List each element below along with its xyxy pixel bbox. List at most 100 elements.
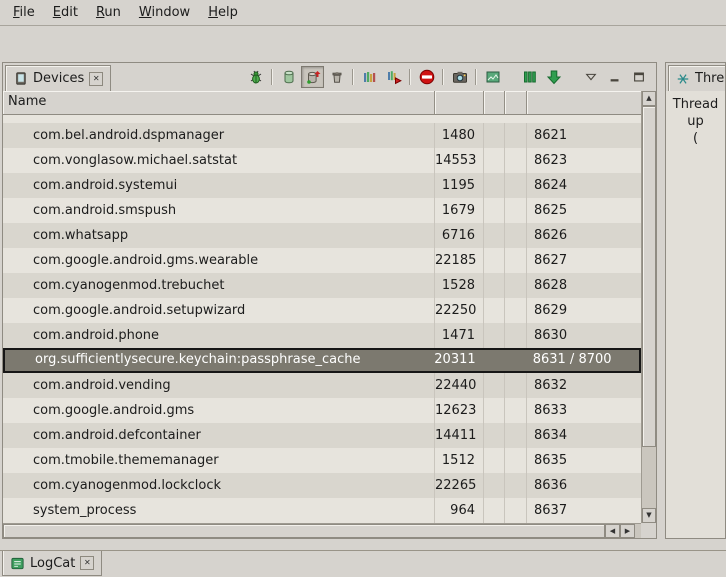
cell-port: 8621 bbox=[527, 123, 641, 148]
cell-pid: 1512 bbox=[435, 448, 484, 473]
columns-icon[interactable] bbox=[518, 66, 541, 88]
close-icon[interactable]: ✕ bbox=[80, 556, 94, 570]
cell-e1 bbox=[484, 173, 505, 198]
menu-help[interactable]: Help bbox=[199, 2, 247, 23]
table-row[interactable]: com.cyanogenmod.trebuchet15288628 bbox=[3, 273, 641, 298]
menu-file[interactable]: File bbox=[4, 2, 44, 23]
cell-e2 bbox=[505, 373, 527, 398]
cell-e1 bbox=[484, 273, 505, 298]
column-header-name[interactable]: Name bbox=[3, 91, 435, 114]
bottom-tab-strip: LogCat ✕ bbox=[0, 550, 726, 577]
table-row[interactable]: com.cyanogenmod.lockclock222658636 bbox=[3, 473, 641, 498]
close-icon[interactable]: ✕ bbox=[89, 72, 103, 86]
cell-pid: 1528 bbox=[435, 273, 484, 298]
vertical-scrollbar[interactable]: ▲ ▼ bbox=[641, 91, 656, 523]
cell-e2 bbox=[505, 173, 527, 198]
scroll-left-icon[interactable]: ◀ bbox=[605, 524, 620, 538]
device-icon bbox=[13, 71, 28, 86]
menu-window[interactable]: Window bbox=[130, 2, 199, 23]
frames-icon[interactable] bbox=[481, 66, 504, 88]
cell-name: com.google.android.gms.wearable bbox=[3, 248, 435, 273]
device-table-rows: com.bel.android.dspmanager14808621com.vo… bbox=[3, 123, 656, 523]
threads-message-line2: ( bbox=[666, 130, 725, 147]
table-row[interactable]: com.vonglasow.michael.satstat145538623 bbox=[3, 148, 641, 173]
cell-pid: 964 bbox=[435, 498, 484, 523]
cell-e2 bbox=[505, 423, 527, 448]
cell-name: com.android.smspush bbox=[3, 198, 435, 223]
cause-gc-icon[interactable] bbox=[325, 66, 348, 88]
table-row[interactable]: org.sufficientlysecure.keychain:passphra… bbox=[3, 348, 641, 373]
table-row[interactable]: com.bel.android.dspmanager14808621 bbox=[3, 123, 641, 148]
column-header-port[interactable] bbox=[527, 91, 641, 114]
tab-logcat[interactable]: LogCat ✕ bbox=[2, 551, 102, 576]
cell-name: com.bel.android.dspmanager bbox=[3, 123, 435, 148]
method-profiling-icon[interactable] bbox=[382, 66, 405, 88]
tab-devices[interactable]: Devices ✕ bbox=[5, 65, 111, 91]
table-row[interactable]: com.android.phone14718630 bbox=[3, 323, 641, 348]
ddms-window: File Edit Run Window Help Devices ✕ bbox=[0, 0, 726, 577]
cell-pid: 14553 bbox=[435, 148, 484, 173]
devices-table: Name com.bel.android.dspmanager14808621c… bbox=[3, 91, 656, 538]
cell-e2 bbox=[504, 350, 526, 371]
column-header-1[interactable] bbox=[484, 91, 505, 114]
table-row[interactable]: com.whatsapp67168626 bbox=[3, 223, 641, 248]
stop-process-icon[interactable] bbox=[415, 66, 438, 88]
cell-pid: 1679 bbox=[435, 198, 484, 223]
threads-panel: Threads Thread up ( bbox=[665, 62, 726, 539]
menu-edit[interactable]: Edit bbox=[44, 2, 87, 23]
debug-icon[interactable] bbox=[244, 66, 267, 88]
table-row[interactable]: com.tmobile.thememanager15128635 bbox=[3, 448, 641, 473]
view-menu-icon[interactable] bbox=[579, 66, 602, 88]
table-row[interactable]: system_process9648637 bbox=[3, 498, 641, 523]
cell-e2 bbox=[505, 123, 527, 148]
cell-e1 bbox=[484, 423, 505, 448]
toolbar-strip bbox=[0, 26, 726, 62]
threads-message: Thread up ( bbox=[666, 91, 725, 538]
cell-name: com.google.android.setupwizard bbox=[3, 298, 435, 323]
menu-bar: File Edit Run Window Help bbox=[0, 0, 726, 26]
cell-port: 8624 bbox=[527, 173, 641, 198]
horizontal-scrollbar[interactable]: ◀ ▶ bbox=[3, 523, 641, 538]
cell-port: 8630 bbox=[527, 323, 641, 348]
minimize-icon[interactable] bbox=[603, 66, 626, 88]
tab-threads[interactable]: Threads bbox=[668, 65, 726, 91]
cell-e2 bbox=[505, 498, 527, 523]
scroll-up-icon[interactable]: ▲ bbox=[642, 91, 656, 106]
cell-pid: 20311 bbox=[434, 350, 483, 371]
scroll-down-icon[interactable]: ▼ bbox=[642, 508, 656, 523]
scroll-right-icon[interactable]: ▶ bbox=[620, 524, 635, 538]
cell-e1 bbox=[484, 298, 505, 323]
threads-message-line1: Thread up bbox=[666, 96, 725, 130]
cell-name: com.cyanogenmod.lockclock bbox=[3, 473, 435, 498]
cell-e2 bbox=[505, 148, 527, 173]
heap-dump-arrow-icon[interactable] bbox=[542, 66, 565, 88]
table-row[interactable]: com.android.defcontainer144118634 bbox=[3, 423, 641, 448]
devices-panel: Devices ✕ bbox=[2, 62, 657, 539]
screen-capture-icon[interactable] bbox=[448, 66, 471, 88]
maximize-icon[interactable] bbox=[627, 66, 650, 88]
cell-port: 8631 / 8700 bbox=[526, 350, 639, 371]
update-heap-icon[interactable] bbox=[277, 66, 300, 88]
menu-run[interactable]: Run bbox=[87, 2, 130, 23]
horizontal-scrollbar-thumb[interactable] bbox=[3, 524, 605, 538]
dump-hprof-icon[interactable] bbox=[301, 66, 324, 88]
cell-pid: 22440 bbox=[435, 373, 484, 398]
table-row[interactable]: com.android.vending224408632 bbox=[3, 373, 641, 398]
table-row[interactable]: com.android.systemui11958624 bbox=[3, 173, 641, 198]
tab-logcat-label: LogCat bbox=[30, 556, 75, 571]
toolbar-separator bbox=[442, 69, 444, 85]
table-row[interactable]: com.android.smspush16798625 bbox=[3, 198, 641, 223]
vertical-scrollbar-thumb[interactable] bbox=[642, 106, 656, 447]
table-row[interactable]: com.google.android.gms126238633 bbox=[3, 398, 641, 423]
cell-name: com.whatsapp bbox=[3, 223, 435, 248]
column-header-pid[interactable] bbox=[435, 91, 484, 114]
cell-e2 bbox=[505, 448, 527, 473]
table-row[interactable]: com.google.android.setupwizard222508629 bbox=[3, 298, 641, 323]
table-row[interactable]: com.google.android.gms.wearable221858627 bbox=[3, 248, 641, 273]
cell-name: com.vonglasow.michael.satstat bbox=[3, 148, 435, 173]
toolbar-separator bbox=[271, 69, 273, 85]
update-threads-icon[interactable] bbox=[358, 66, 381, 88]
column-header-2[interactable] bbox=[505, 91, 527, 114]
cell-port: 8626 bbox=[527, 223, 641, 248]
toolbar-separator bbox=[475, 69, 477, 85]
